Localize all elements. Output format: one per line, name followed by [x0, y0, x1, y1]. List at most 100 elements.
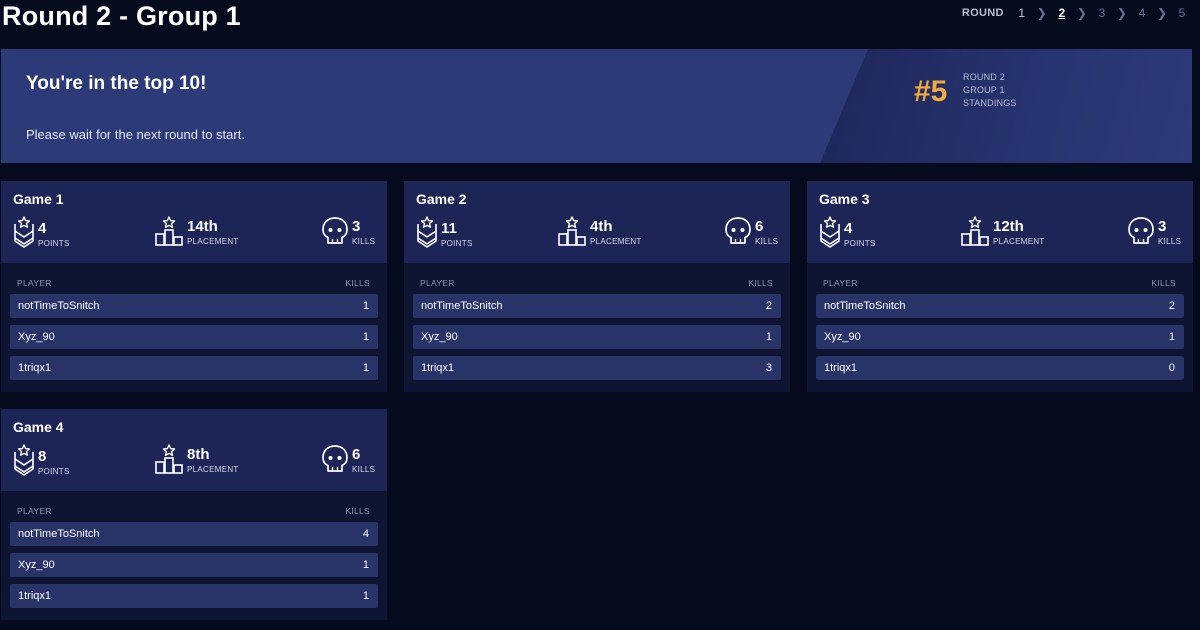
game-card-header: Game 2 11 POINTS 4th PLACEMENT 6 KILLS	[404, 181, 790, 263]
game-card-2: Game 2 11 POINTS 4th PLACEMENT 6 KILLS P…	[404, 181, 790, 392]
kills-column-header: KILLS	[1151, 278, 1176, 288]
points-label: POINTS	[38, 239, 70, 248]
player-name: notTimeToSnitch	[18, 528, 100, 540]
player-column-header: PLAYER	[420, 278, 455, 288]
round-link-3[interactable]: 3	[1096, 6, 1108, 20]
chevron-right-icon: ❯	[1156, 6, 1167, 20]
table-row: 1triqx1 3	[413, 356, 781, 380]
chevron-badge-star-icon	[820, 216, 840, 248]
player-name: notTimeToSnitch	[18, 300, 100, 312]
skull-icon	[322, 217, 348, 244]
kills-stat: 3 KILLS	[1127, 216, 1181, 246]
placement-label: PLACEMENT	[993, 237, 1045, 246]
placement-stat: 12th PLACEMENT	[960, 216, 1045, 246]
player-name: 1triqx1	[18, 590, 52, 602]
player-kills: 1	[362, 362, 369, 374]
round-link-2[interactable]: 2	[1056, 6, 1068, 20]
points-label: POINTS	[844, 239, 876, 248]
placement-label: PLACEMENT	[590, 237, 642, 246]
round-nav-label: ROUND	[961, 7, 1004, 19]
points-value: 8	[38, 448, 47, 465]
podium-star-icon	[155, 444, 183, 474]
placement-stat: 4th PLACEMENT	[557, 216, 642, 246]
round-link-1[interactable]: 1	[1016, 6, 1028, 20]
standing-round: ROUND 2	[963, 72, 1005, 82]
skull-icon	[322, 445, 348, 472]
placement-label: PLACEMENT	[187, 237, 239, 246]
game-title: Game 2	[416, 191, 467, 207]
banner-subtext: Please wait for the next round to start.	[26, 127, 245, 142]
kills-stat: 3 KILLS	[321, 216, 375, 246]
points-value: 4	[844, 220, 853, 237]
player-column-header: PLAYER	[823, 278, 858, 288]
game-card-3: Game 3 4 POINTS 12th PLACEMENT 3 KILLS P…	[807, 181, 1193, 392]
player-name: 1triqx1	[824, 362, 858, 374]
points-stat: 4 POINTS	[819, 216, 876, 248]
game-card-4: Game 4 8 POINTS 8th PLACEMENT 6 KILLS PL…	[1, 409, 387, 620]
status-banner: You're in the top 10! Please wait for th…	[1, 49, 1192, 163]
podium-star-icon	[961, 216, 989, 246]
player-table-header: PLAYER KILLS	[17, 278, 370, 288]
player-kills: 1	[362, 559, 369, 571]
placement-label: PLACEMENT	[187, 465, 239, 474]
player-kills: 1	[362, 300, 369, 312]
placement-stat: 14th PLACEMENT	[154, 216, 239, 246]
player-kills: 2	[765, 300, 772, 312]
table-row: Xyz_90 1	[10, 325, 378, 349]
kills-value: 3	[1158, 218, 1167, 235]
chevron-right-icon: ❯	[1076, 6, 1087, 20]
skull-icon	[725, 217, 751, 244]
points-label: POINTS	[441, 239, 473, 248]
placement-value: 14th	[187, 218, 218, 235]
kills-column-header: KILLS	[345, 278, 370, 288]
player-kills: 1	[765, 331, 772, 343]
points-stat: 4 POINTS	[13, 216, 70, 248]
player-column-header: PLAYER	[17, 278, 52, 288]
player-name: 1triqx1	[421, 362, 455, 374]
game-title: Game 1	[13, 191, 64, 207]
chevron-badge-star-icon	[14, 216, 34, 248]
points-label: POINTS	[38, 467, 70, 476]
player-name: Xyz_90	[421, 331, 458, 343]
kills-label: KILLS	[755, 237, 779, 246]
round-link-5[interactable]: 5	[1176, 6, 1188, 20]
player-table-header: PLAYER KILLS	[17, 506, 370, 516]
banner-heading: You're in the top 10!	[26, 73, 207, 94]
player-kills: 4	[362, 528, 369, 540]
game-title: Game 3	[819, 191, 870, 207]
player-table-header: PLAYER KILLS	[823, 278, 1176, 288]
table-row: Xyz_90 1	[816, 325, 1184, 349]
table-row: 1triqx1 1	[10, 584, 378, 608]
game-card-header: Game 4 8 POINTS 8th PLACEMENT 6 KILLS	[1, 409, 387, 491]
placement-value: 4th	[590, 218, 613, 235]
table-row: notTimeToSnitch 1	[10, 294, 378, 318]
table-row: 1triqx1 1	[10, 356, 378, 380]
player-name: Xyz_90	[18, 331, 55, 343]
table-row: Xyz_90 1	[413, 325, 781, 349]
placement-value: 12th	[993, 218, 1024, 235]
player-name: notTimeToSnitch	[421, 300, 503, 312]
player-name: notTimeToSnitch	[824, 300, 906, 312]
standing-label: STANDINGS	[963, 98, 1017, 108]
kills-value: 3	[352, 218, 361, 235]
kills-stat: 6 KILLS	[724, 216, 778, 246]
table-row: notTimeToSnitch 2	[413, 294, 781, 318]
placement-value: 8th	[187, 446, 210, 463]
podium-star-icon	[558, 216, 586, 246]
kills-value: 6	[352, 446, 361, 463]
chevron-badge-star-icon	[417, 216, 437, 248]
player-name: 1triqx1	[18, 362, 52, 374]
points-value: 4	[38, 220, 47, 237]
player-table-header: PLAYER KILLS	[420, 278, 773, 288]
player-kills: 1	[1168, 331, 1175, 343]
game-card-header: Game 3 4 POINTS 12th PLACEMENT 3 KILLS	[807, 181, 1193, 263]
chevron-right-icon: ❯	[1036, 6, 1047, 20]
game-card-1: Game 1 4 POINTS 14th PLACEMENT 3 KILLS P…	[1, 181, 387, 392]
round-link-4[interactable]: 4	[1136, 6, 1148, 20]
standing-rank: #5	[914, 75, 948, 108]
kills-label: KILLS	[352, 237, 376, 246]
table-row: 1triqx1 0	[816, 356, 1184, 380]
player-column-header: PLAYER	[17, 506, 52, 516]
table-row: notTimeToSnitch 4	[10, 522, 378, 546]
kills-stat: 6 KILLS	[321, 444, 375, 474]
